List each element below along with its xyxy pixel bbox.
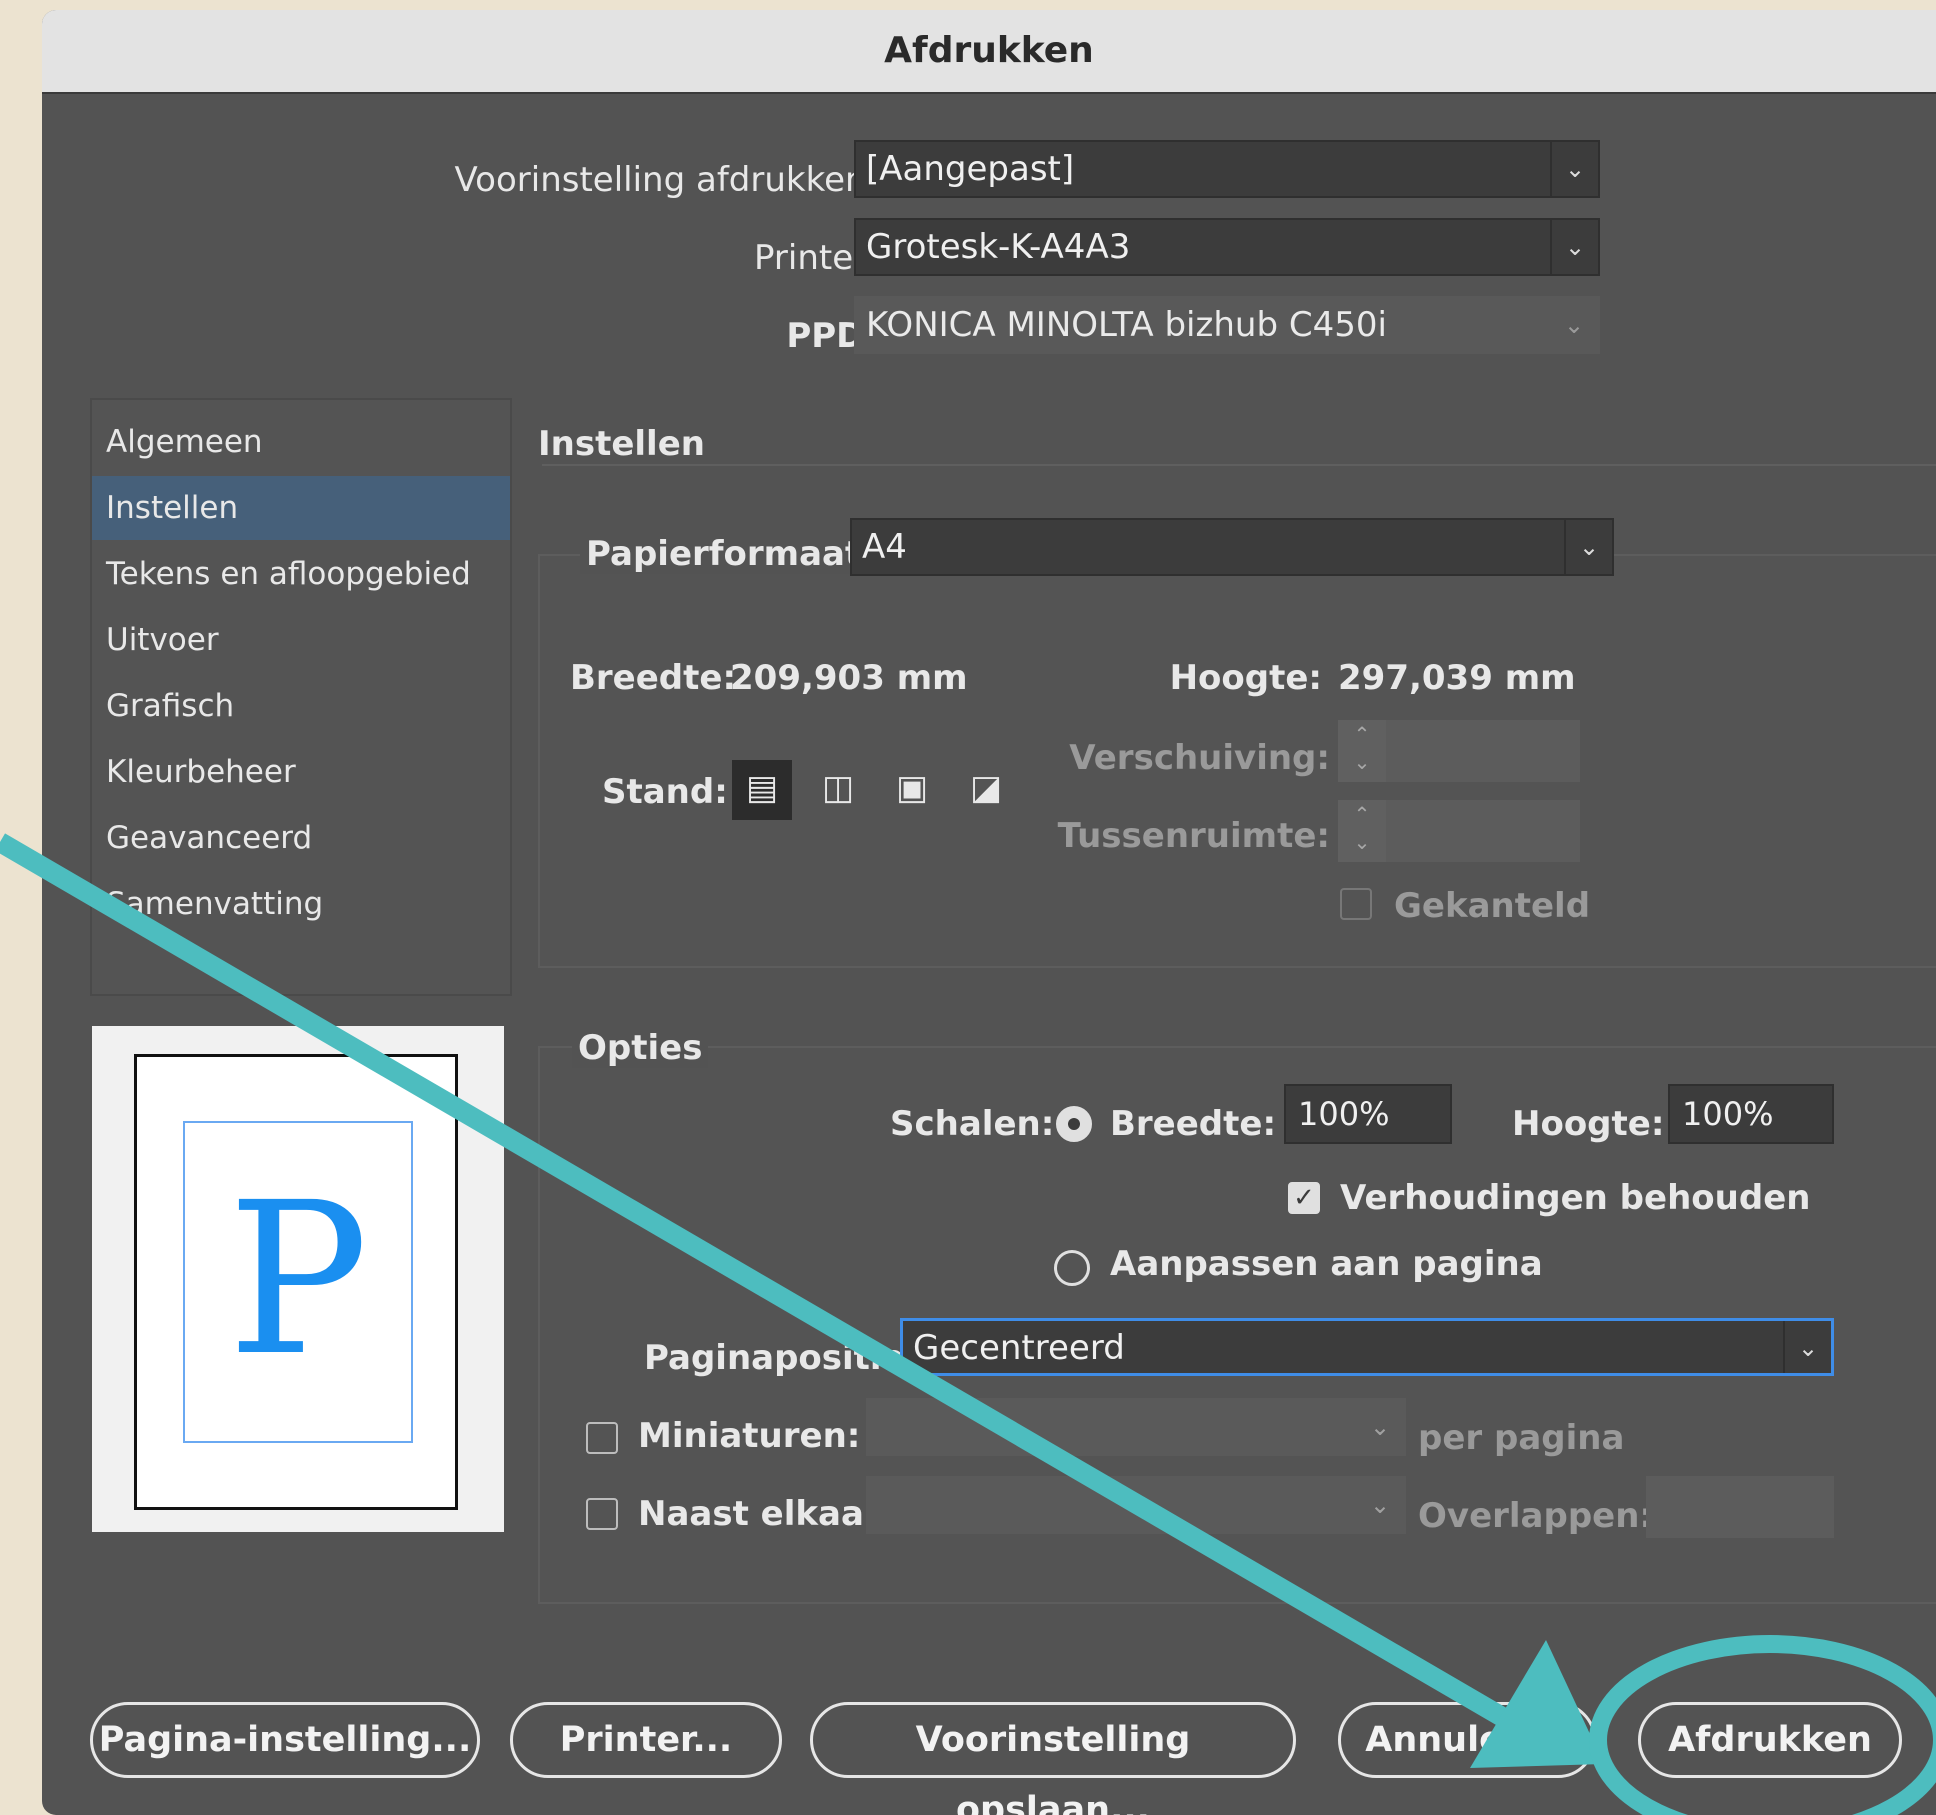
height-label: Hoogte: bbox=[1169, 658, 1322, 698]
thumbnails-select[interactable]: ⌄ bbox=[866, 1398, 1406, 1456]
sidebar-item-samenvatting[interactable]: Samenvatting bbox=[92, 872, 510, 936]
ppd-select: KONICA MINOLTA bizhub C450i ⌄ bbox=[854, 296, 1600, 354]
chevron-down-icon: ⌄ bbox=[1564, 520, 1612, 574]
sidebar-item-tekens[interactable]: Tekens en afloopgebied bbox=[92, 542, 510, 606]
ppd-value: KONICA MINOLTA bizhub C450i bbox=[866, 305, 1387, 345]
overlap-label: Overlappen: bbox=[1418, 1496, 1654, 1536]
per-page-label: per pagina bbox=[1418, 1418, 1625, 1458]
cancel-button[interactable]: Annuleren bbox=[1338, 1702, 1596, 1778]
page-setup-button[interactable]: Pagina-instelling... bbox=[90, 1702, 480, 1778]
keep-proportions-label: Verhoudingen behouden bbox=[1340, 1178, 1811, 1218]
page-preview: P bbox=[92, 1026, 504, 1532]
landscape-icon[interactable]: ◫ bbox=[808, 760, 868, 820]
width-value: 209,903 mm bbox=[730, 658, 968, 698]
sidebar-item-instellen[interactable]: Instellen bbox=[92, 476, 510, 540]
scale-label: Schalen: bbox=[890, 1104, 1055, 1144]
printer-label: Printer: bbox=[754, 238, 878, 278]
printer-value: Grotesk-K-A4A3 bbox=[866, 227, 1131, 267]
fit-page-radio[interactable] bbox=[1054, 1250, 1090, 1286]
page-position-select[interactable]: Gecentreerd ⌄ bbox=[900, 1318, 1834, 1376]
scale-width-label: Breedte: bbox=[1110, 1104, 1277, 1144]
height-value: 297,039 mm bbox=[1338, 658, 1576, 698]
width-label: Breedte: bbox=[570, 658, 737, 698]
scale-height-label: Hoogte: bbox=[1512, 1104, 1665, 1144]
tile-label: Naast elkaar: bbox=[638, 1494, 895, 1534]
chevron-down-icon: ⌄ bbox=[1369, 1413, 1391, 1441]
ppd-label: PPD: bbox=[786, 316, 878, 356]
up-down-arrows-icon[interactable]: ⌃ ⌄ bbox=[1338, 800, 1386, 862]
sidebar-item-algemeen[interactable]: Algemeen bbox=[92, 410, 510, 474]
up-down-arrows-icon[interactable]: ⌃ ⌄ bbox=[1338, 720, 1386, 782]
overlap-input[interactable] bbox=[1646, 1476, 1834, 1538]
paper-label: Papierformaat: bbox=[580, 534, 881, 574]
sidebar-item-geavanceerd[interactable]: Geavanceerd bbox=[92, 806, 510, 870]
chevron-down-icon: ⌄ bbox=[1550, 142, 1598, 196]
preset-label: Voorinstelling afdrukken: bbox=[454, 160, 878, 200]
scale-height-input[interactable]: 100% bbox=[1668, 1084, 1834, 1144]
section-divider bbox=[542, 464, 1936, 466]
save-preset-button[interactable]: Voorinstelling opslaan... bbox=[810, 1702, 1296, 1815]
thumbnails-checkbox[interactable] bbox=[586, 1422, 618, 1454]
sidebar-item-kleurbeheer[interactable]: Kleurbeheer bbox=[92, 740, 510, 804]
title-bar: Afdrukken bbox=[42, 10, 1936, 94]
scale-radio[interactable] bbox=[1056, 1106, 1092, 1142]
print-dialog: Afdrukken Voorinstelling afdrukken: [Aan… bbox=[42, 10, 1936, 1815]
preset-value: [Aangepast] bbox=[866, 149, 1075, 189]
chevron-down-icon: ⌄ bbox=[1369, 1491, 1391, 1519]
section-title-instellen: Instellen bbox=[538, 424, 705, 464]
gap-stepper[interactable]: ⌃ ⌄ bbox=[1338, 800, 1580, 862]
preview-page: P bbox=[134, 1054, 458, 1510]
preview-margin: P bbox=[183, 1121, 413, 1443]
offset-label: Verschuiving: bbox=[1069, 738, 1330, 778]
fit-page-label: Aanpassen aan pagina bbox=[1110, 1244, 1543, 1284]
orientation-label: Stand: bbox=[602, 772, 728, 812]
chevron-down-icon: ⌄ bbox=[1783, 1321, 1831, 1373]
printer-select[interactable]: Grotesk-K-A4A3 ⌄ bbox=[854, 218, 1600, 276]
sidebar-item-grafisch[interactable]: Grafisch bbox=[92, 674, 510, 738]
print-button[interactable]: Afdrukken bbox=[1638, 1702, 1902, 1778]
keep-proportions-checkbox[interactable]: ✓ bbox=[1288, 1182, 1320, 1214]
printer-button[interactable]: Printer... bbox=[510, 1702, 782, 1778]
preset-select[interactable]: [Aangepast] ⌄ bbox=[854, 140, 1600, 198]
transverse-checkbox[interactable] bbox=[1340, 888, 1372, 920]
preview-letter: P bbox=[227, 1157, 369, 1402]
thumbnails-label: Miniaturen: bbox=[638, 1416, 861, 1456]
page-position-value: Gecentreerd bbox=[913, 1328, 1125, 1368]
portrait-icon[interactable]: ▤ bbox=[732, 760, 792, 820]
chevron-down-icon: ⌄ bbox=[1563, 311, 1585, 339]
scale-width-input[interactable]: 100% bbox=[1284, 1084, 1452, 1144]
transverse-label: Gekanteld bbox=[1394, 886, 1591, 926]
chevron-down-icon: ⌄ bbox=[1550, 220, 1598, 274]
offset-stepper[interactable]: ⌃ ⌄ bbox=[1338, 720, 1580, 782]
tile-checkbox[interactable] bbox=[586, 1498, 618, 1530]
tile-select[interactable]: ⌄ bbox=[866, 1476, 1406, 1534]
category-list: Algemeen Instellen Tekens en afloopgebie… bbox=[90, 398, 512, 996]
paper-size-select[interactable]: A4 ⌄ bbox=[850, 518, 1614, 576]
gap-label: Tussenruimte: bbox=[1057, 816, 1330, 856]
sidebar-item-uitvoer[interactable]: Uitvoer bbox=[92, 608, 510, 672]
dialog-title: Afdrukken bbox=[884, 30, 1094, 71]
paper-size-value: A4 bbox=[862, 527, 907, 567]
page-position-label: Paginapositie: bbox=[644, 1338, 919, 1378]
section-title-opties: Opties bbox=[572, 1028, 709, 1068]
reverse-portrait-icon[interactable]: ▣ bbox=[882, 760, 942, 820]
